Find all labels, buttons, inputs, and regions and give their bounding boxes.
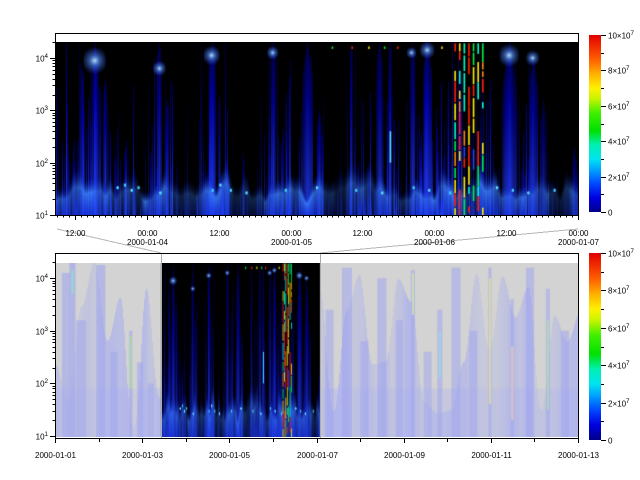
colorbar-tick-label: 2×107 xyxy=(608,398,630,409)
colorbar-tick-label: 4×107 xyxy=(608,136,630,147)
top-y-tick-label: 104 xyxy=(36,53,49,64)
top-x-tick-label: 00:00 xyxy=(137,229,158,238)
bottom-y-tick-label: 101 xyxy=(36,431,49,442)
colorbar-bottom xyxy=(589,253,601,440)
top-x-tick-label: 12:00 xyxy=(65,229,86,238)
spectrogram-figure: 12:0000:002000-01-0412:0000:002000-01-05… xyxy=(0,0,640,480)
top-x-tick-label: 00:00 xyxy=(281,229,302,238)
top-x-date-label: 2000-01-04 xyxy=(127,238,168,247)
colorbar-tick-label: 6×107 xyxy=(608,323,630,334)
top-spectrogram-canvas xyxy=(55,42,578,215)
top-x-date-label: 2000-01-06 xyxy=(414,238,455,247)
top-x-tick-label: 12:00 xyxy=(209,229,230,238)
top-x-date-label: 2000-01-07 xyxy=(558,238,599,247)
bottom-y-tick-label: 104 xyxy=(36,273,49,284)
bottom-y-tick-label: 102 xyxy=(36,378,49,389)
bottom-x-tick-label: 2000-01-03 xyxy=(122,451,163,460)
bottom-x-tick-label: 2000-01-13 xyxy=(558,451,599,460)
bottom-x-tick-label: 2000-01-01 xyxy=(35,451,76,460)
top-y-tick-label: 101 xyxy=(36,210,49,221)
top-x-tick-label: 00:00 xyxy=(568,229,589,238)
colorbar-tick-label: 10×107 xyxy=(608,30,634,41)
colorbar-tick-label: 0 xyxy=(608,209,613,218)
bottom-x-tick-label: 2000-01-07 xyxy=(297,451,338,460)
top-x-tick-label: 12:00 xyxy=(352,229,373,238)
colorbar-top xyxy=(589,35,601,212)
colorbar-tick-label: 0 xyxy=(608,437,613,446)
colorbar-tick-label: 8×107 xyxy=(608,285,630,296)
zoom-connector-line-left xyxy=(57,229,161,253)
colorbar-tick-label: 6×107 xyxy=(608,101,630,112)
top-y-tick-label: 102 xyxy=(36,158,49,169)
colorbar-tick-label: 10×107 xyxy=(608,248,634,259)
colorbar-tick-label: 4×107 xyxy=(608,360,630,371)
top-x-date-label: 2000-01-05 xyxy=(271,238,312,247)
top-x-tick-label: 00:00 xyxy=(424,229,445,238)
colorbar-tick-label: 8×107 xyxy=(608,65,630,76)
bottom-x-tick-label: 2000-01-09 xyxy=(384,451,425,460)
top-y-tick-label: 103 xyxy=(36,105,49,116)
zoom-connector-line-right xyxy=(320,229,578,253)
bottom-y-tick-label: 103 xyxy=(36,326,49,337)
top-x-tick-label: 12:00 xyxy=(496,229,517,238)
colorbar-tick-label: 2×107 xyxy=(608,172,630,183)
bottom-spectrogram-canvas xyxy=(55,263,578,437)
bottom-x-tick-label: 2000-01-05 xyxy=(209,451,250,460)
bottom-x-tick-label: 2000-01-11 xyxy=(471,451,512,460)
